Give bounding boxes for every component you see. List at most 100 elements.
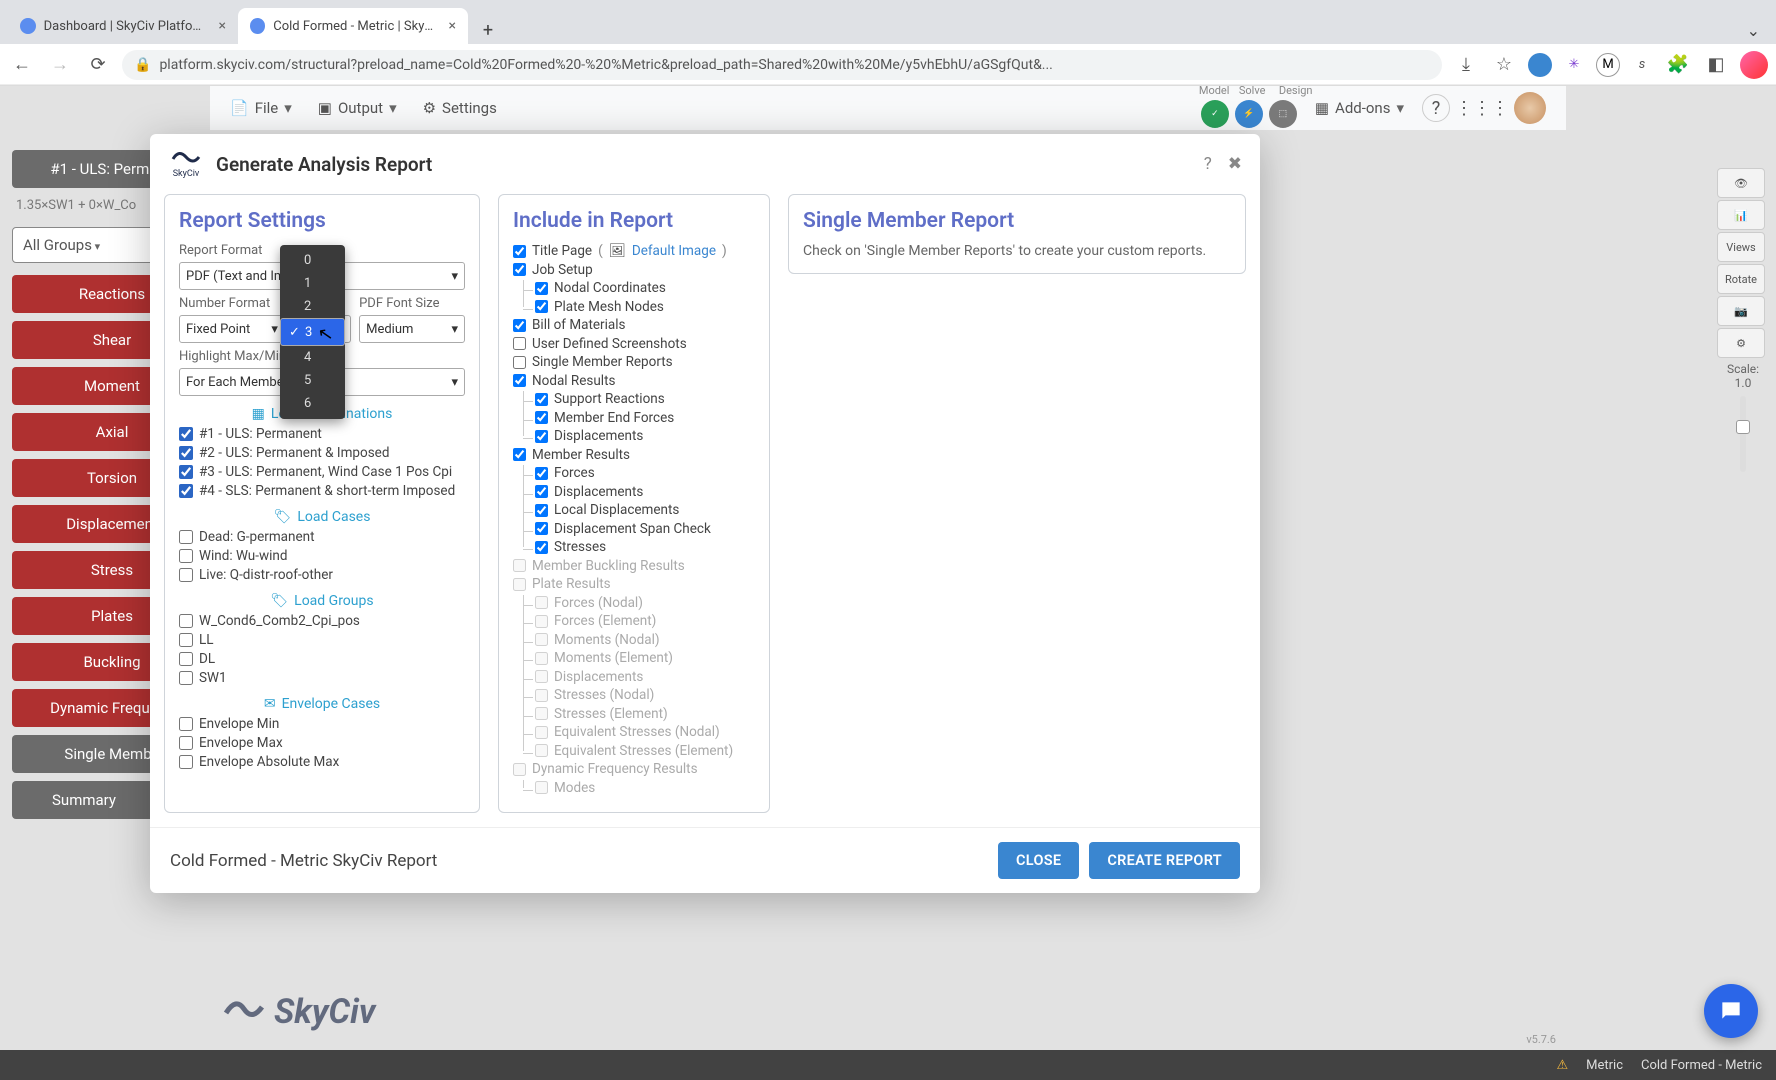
model-mode-icon[interactable]: ✓ [1201, 100, 1229, 128]
default-image-link[interactable]: Default Image [632, 243, 716, 259]
checkbox[interactable] [179, 652, 193, 666]
dropdown-option[interactable]: 1 [280, 272, 345, 295]
checkbox-label: Live: Q-distr-roof-other [199, 567, 333, 583]
dropdown-option-selected[interactable]: 3 [280, 318, 345, 346]
checkbox[interactable] [535, 282, 548, 295]
checkbox-label: #3 - ULS: Permanent, Wind Case 1 Pos Cpi [199, 464, 452, 480]
apps-grid-icon[interactable]: ⋮⋮⋮ [1468, 94, 1496, 122]
new-tab-button[interactable]: + [474, 16, 502, 44]
profile-avatar[interactable] [1740, 51, 1768, 79]
create-report-button[interactable]: CREATE REPORT [1089, 842, 1240, 879]
panel-heading: Include in Report [513, 209, 755, 233]
checkbox[interactable] [179, 755, 193, 769]
unit-label[interactable]: Metric [1586, 1058, 1623, 1073]
file-menu[interactable]: 📄 File ▾ [230, 99, 292, 117]
checkbox[interactable] [179, 446, 193, 460]
browser-tab-active[interactable]: Cold Formed - Metric | SkyCiv × [238, 8, 468, 44]
chart-toggle[interactable]: 📊 [1717, 200, 1765, 230]
number-format-select[interactable]: Fixed Point▾ [179, 315, 285, 343]
dropdown-option[interactable]: 6 [280, 392, 345, 415]
chk-title-page[interactable] [513, 245, 526, 258]
chk-job-setup[interactable] [513, 263, 526, 276]
checkbox[interactable] [535, 522, 548, 535]
design-mode-icon[interactable]: ⬚ [1269, 100, 1297, 128]
sidepanel-icon[interactable]: ◧ [1702, 51, 1730, 79]
close-icon[interactable]: × [449, 18, 456, 34]
help-icon[interactable]: ? [1422, 94, 1450, 122]
checkbox[interactable] [535, 541, 548, 554]
tab-overflow-button[interactable]: ⌄ [1739, 17, 1768, 44]
solve-mode-icon[interactable]: ⚡ [1235, 100, 1263, 128]
chat-button[interactable] [1704, 984, 1758, 1038]
browser-tab[interactable]: Dashboard | SkyCiv Platform × [8, 8, 238, 44]
checkbox[interactable] [179, 549, 193, 563]
extension-icon[interactable]: ✳ [1562, 53, 1586, 77]
dropdown-option[interactable]: 2 [280, 295, 345, 318]
checkbox[interactable] [535, 467, 548, 480]
views-button[interactable]: Views [1717, 232, 1765, 262]
close-button[interactable]: CLOSE [998, 842, 1079, 879]
camera-button[interactable]: 📷 [1717, 296, 1765, 326]
user-avatar[interactable] [1514, 92, 1546, 124]
checkbox[interactable] [179, 530, 193, 544]
back-button[interactable]: ← [8, 51, 36, 79]
help-icon[interactable]: ? [1204, 154, 1212, 174]
dropdown-option[interactable]: 5 [280, 369, 345, 392]
addons-menu[interactable]: ▦ Add-ons ▾ [1315, 99, 1404, 117]
chk-user-screens[interactable] [513, 337, 526, 350]
checkbox-label: Equivalent Stresses (Element) [554, 743, 733, 759]
checkbox[interactable] [179, 633, 193, 647]
output-menu[interactable]: ▣ Output ▾ [318, 99, 397, 117]
settings-button[interactable]: ⚙ [1717, 328, 1765, 358]
checkbox[interactable] [535, 393, 548, 406]
checkbox[interactable] [179, 614, 193, 628]
pdf-font-select[interactable]: Medium▾ [359, 315, 465, 343]
checkbox-label: Displacement Span Check [554, 521, 711, 537]
close-icon[interactable]: × [219, 18, 226, 34]
checkbox[interactable] [179, 736, 193, 750]
checkbox-label: Envelope Absolute Max [199, 754, 339, 770]
warning-icon[interactable]: ⚠ [1556, 1058, 1568, 1073]
file-label[interactable]: Cold Formed - Metric [1641, 1058, 1762, 1073]
forward-button[interactable]: → [46, 51, 74, 79]
dropdown-option[interactable]: 4 [280, 346, 345, 369]
checkbox [535, 707, 548, 720]
rotate-button[interactable]: Rotate [1717, 264, 1765, 294]
bookmark-icon[interactable]: ☆ [1490, 51, 1518, 79]
checkbox[interactable] [179, 568, 193, 582]
sidebar-pill-summary[interactable]: Summary [12, 781, 156, 819]
extension-icon[interactable]: s [1630, 53, 1654, 77]
visibility-toggle[interactable]: 👁 [1717, 168, 1765, 198]
reload-button[interactable]: ⟳ [84, 51, 112, 79]
checkbox[interactable] [535, 411, 548, 424]
extension-icon[interactable]: M [1596, 53, 1620, 77]
checkbox-label: Forces [554, 465, 595, 481]
dropdown-option[interactable]: 0 [280, 249, 345, 272]
favicon-icon [20, 18, 36, 34]
checkbox [535, 744, 548, 757]
checkbox[interactable] [535, 300, 548, 313]
extension-icon[interactable] [1528, 53, 1552, 77]
extensions-menu-icon[interactable]: 🧩 [1664, 51, 1692, 79]
checkbox[interactable] [179, 717, 193, 731]
checkbox[interactable] [535, 504, 548, 517]
address-bar[interactable]: 🔒 platform.skyciv.com/structural?preload… [122, 50, 1442, 80]
checkbox[interactable] [179, 671, 193, 685]
tab-title: Cold Formed - Metric | SkyCiv [273, 19, 434, 34]
checkbox[interactable] [535, 485, 548, 498]
scale-slider: Scale: 1.0 [1722, 362, 1764, 478]
close-icon[interactable]: ✖ [1228, 154, 1242, 174]
settings-menu[interactable]: ⚙ Settings [423, 99, 497, 117]
chk-nodal[interactable] [513, 374, 526, 387]
slider-track[interactable] [1740, 396, 1746, 472]
checkbox[interactable] [535, 430, 548, 443]
checkbox[interactable] [179, 484, 193, 498]
checkbox[interactable] [179, 427, 193, 441]
chk-bom[interactable] [513, 319, 526, 332]
checkbox[interactable] [179, 465, 193, 479]
chk-member[interactable] [513, 448, 526, 461]
slider-thumb[interactable] [1736, 420, 1750, 434]
chk-single-member[interactable] [513, 356, 526, 369]
install-app-icon[interactable]: ⤓ [1452, 51, 1480, 79]
app-toolbar: 📄 File ▾ ▣ Output ▾ ⚙ Settings Model Sol… [210, 86, 1566, 130]
